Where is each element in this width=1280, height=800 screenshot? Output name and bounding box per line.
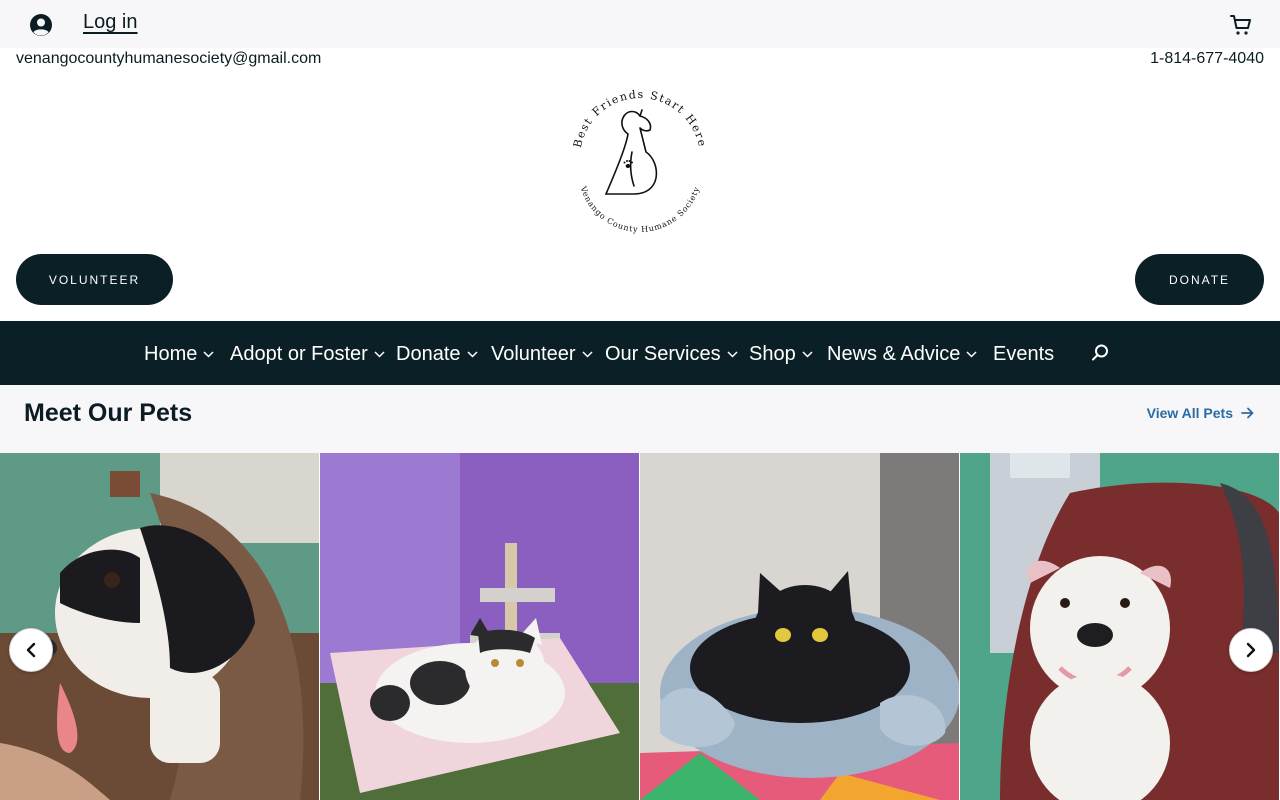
nav-item-our-services[interactable]: Our Services — [605, 340, 738, 368]
view-all-pets-link[interactable]: View All Pets — [1147, 405, 1254, 421]
nav-item-label: Our Services — [605, 342, 721, 365]
white-dog-photo — [960, 453, 1279, 800]
chevron-down-icon — [466, 350, 478, 358]
chevron-down-icon — [203, 350, 214, 358]
chevron-down-icon — [966, 350, 977, 358]
arrow-right-icon — [1241, 407, 1254, 419]
nav-item-label: Events — [993, 342, 1055, 365]
nav-item-donate[interactable]: Donate — [396, 340, 478, 368]
carousel-prev-button[interactable] — [9, 628, 53, 672]
nav-item-label: Shop — [749, 342, 796, 365]
nav-item-label: Donate — [396, 342, 461, 365]
dog-photo — [0, 453, 319, 800]
chevron-left-icon — [26, 642, 36, 658]
nav-item-label: Home — [144, 342, 198, 365]
nav-item-adopt-or-foster[interactable]: Adopt or Foster — [230, 340, 385, 368]
pets-section-header: Meet Our Pets View All Pets — [0, 385, 1280, 453]
top-bar: Log in — [0, 0, 1280, 48]
nav-item-home[interactable]: Home — [144, 340, 214, 368]
chevron-down-icon — [581, 350, 593, 358]
svg-text:Venango County Humane Society: Venango County Humane Society — [578, 184, 701, 234]
nav-item-label: Volunteer — [491, 342, 576, 365]
site-logo[interactable]: Best Friends Start Here Venango County H… — [568, 86, 712, 240]
cat-photo — [320, 453, 639, 800]
svg-text:Best Friends Start Here: Best Friends Start Here — [571, 88, 709, 149]
search-icon[interactable] — [1090, 343, 1110, 363]
nav-item-shop[interactable]: Shop — [749, 340, 813, 368]
nav-item-label: Adopt or Foster — [230, 342, 368, 365]
black-cat-photo — [640, 453, 959, 800]
contact-email[interactable]: venangocountyhumanesociety@gmail.com — [16, 50, 321, 68]
carousel-next-button[interactable] — [1229, 628, 1273, 672]
chevron-down-icon — [374, 350, 385, 358]
section-title: Meet Our Pets — [24, 399, 193, 427]
nav-item-volunteer[interactable]: Volunteer — [491, 340, 593, 368]
chevron-down-icon — [727, 350, 738, 358]
logo-bottom-text: Venango County Humane Society — [578, 184, 700, 234]
chevron-right-icon — [1246, 642, 1256, 658]
pet-card[interactable] — [960, 453, 1279, 800]
view-all-label: View All Pets — [1146, 405, 1233, 421]
pet-card[interactable] — [0, 453, 319, 800]
nav-item-label: News & Advice — [827, 342, 961, 365]
account-circle-icon[interactable] — [29, 13, 53, 37]
main-nav: Home Adopt or Foster Donate Volunteer Ou… — [0, 321, 1280, 385]
pet-card[interactable] — [640, 453, 959, 800]
volunteer-button[interactable]: VOLUNTEER — [16, 254, 173, 305]
logo-top-text: Best Friends Start Here — [571, 88, 708, 149]
donate-button[interactable]: DONATE — [1135, 254, 1264, 305]
nav-item-news-and-advice[interactable]: News & Advice — [827, 340, 977, 368]
contact-phone[interactable]: 1-814-677-4040 — [1150, 50, 1264, 68]
chevron-down-icon — [802, 350, 813, 358]
nav-item-events[interactable]: Events — [993, 340, 1054, 368]
pet-card[interactable] — [320, 453, 639, 800]
login-link[interactable]: Log in — [83, 11, 138, 34]
cart-icon[interactable] — [1229, 13, 1253, 37]
